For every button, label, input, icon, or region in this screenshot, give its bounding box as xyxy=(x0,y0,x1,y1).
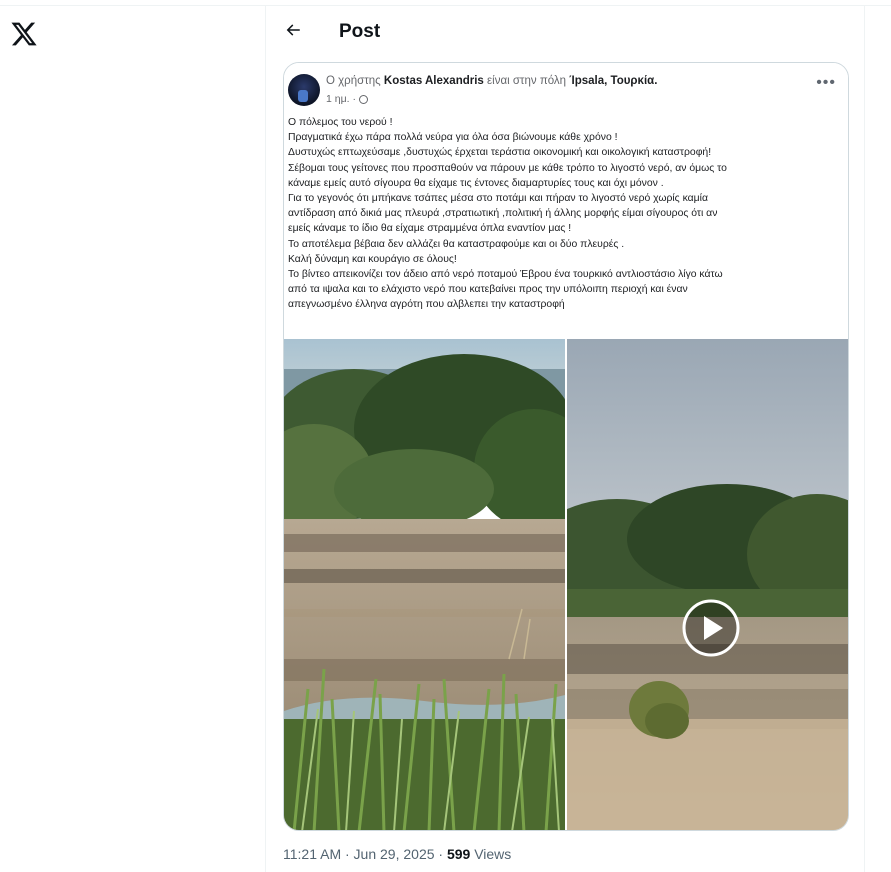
fb-author: Kostas Alexandris xyxy=(383,75,484,87)
main-column: Post Ο χρήστης Kostas Alexandris είναι σ… xyxy=(265,5,865,872)
fb-time-text: 1 ημ. · xyxy=(326,93,356,105)
page-title: Post xyxy=(339,21,381,42)
fb-post-photos xyxy=(284,339,848,830)
post-media-image[interactable]: Ο χρήστης Kostas Alexandris είναι στην π… xyxy=(283,62,849,831)
fb-text-line: αντίδραση από δικιά μας πλευρά ,στρατιωτ… xyxy=(288,208,718,220)
riverbed-photo-right xyxy=(567,339,848,830)
views-count: 599 xyxy=(446,846,471,862)
fb-text-line: Καλή δύναμη και κουράγιο σε όλους! xyxy=(288,253,457,265)
arrow-left-icon xyxy=(286,24,300,36)
post-timestamp[interactable]: 11:21 AM · Jun 29, 2025 · xyxy=(283,846,447,862)
fb-text-line: Το βίντεο απεικονίζει τον άδειο από νερό… xyxy=(288,269,723,281)
fb-text-line: Ο πόλεμος του νερού ! xyxy=(288,117,393,128)
more-options-icon: ••• xyxy=(816,74,836,91)
avatar xyxy=(288,74,320,106)
globe-icon xyxy=(358,94,368,104)
x-logo-icon[interactable] xyxy=(10,20,38,48)
back-button[interactable] xyxy=(280,17,306,43)
post-meta: 11:21 AM · Jun 29, 2025 · 599 Views xyxy=(283,846,511,862)
fb-text-line: από τα ιψαλα και το ελάχιστο νερό που κα… xyxy=(288,284,688,296)
fb-middle: είναι στην πόλη xyxy=(483,75,570,87)
fb-text-line: Για το γεγονός ότι μπήκανε τσάπες μέσα σ… xyxy=(288,193,708,205)
fb-text-line: Πραγματικά έχω πάρα πολλά νεύρα για όλα … xyxy=(288,132,618,144)
fb-text-line: απεγνωσμένο έλληνα αγρότη που αλβλεπει τ… xyxy=(288,299,565,311)
post-header: Post xyxy=(266,5,864,58)
play-button[interactable] xyxy=(681,598,741,658)
fb-text-line: Σέβομαι τους γείτονες που προσπαθούν να … xyxy=(288,162,727,174)
fb-post-text: Ο πόλεμος του νερού ! Πραγματικά έχω πάρ… xyxy=(288,115,844,313)
page: Post Ο χρήστης Kostas Alexandris είναι σ… xyxy=(0,0,891,872)
riverbed-photo-left xyxy=(284,339,565,830)
play-icon xyxy=(682,599,740,657)
fb-text-line: Το αποτέλεμα βέβαια δεν αλλάζει θα κατασ… xyxy=(288,238,625,250)
fb-text-line: κάναμε εμείς αυτό σίγουρα θα είχαμε τις … xyxy=(288,177,664,189)
fb-prefix: Ο χρήστης xyxy=(326,75,384,87)
fb-text-line: εμείς κάναμε το ίδιο θα είχαμε στραμμένα… xyxy=(288,223,572,235)
fb-post-header-line: Ο χρήστης Kostas Alexandris είναι στην π… xyxy=(326,75,657,87)
fb-post-card: Ο χρήστης Kostas Alexandris είναι στην π… xyxy=(284,63,848,338)
fb-post-time: 1 ημ. · xyxy=(326,93,368,105)
views-label: Views xyxy=(470,846,512,862)
fb-text-line: Δυστυχώς επτωχεύσαμε ,δυστυχώς έρχεται τ… xyxy=(288,147,712,159)
fb-location: Ίpsala, Τουρκία. xyxy=(569,75,658,87)
